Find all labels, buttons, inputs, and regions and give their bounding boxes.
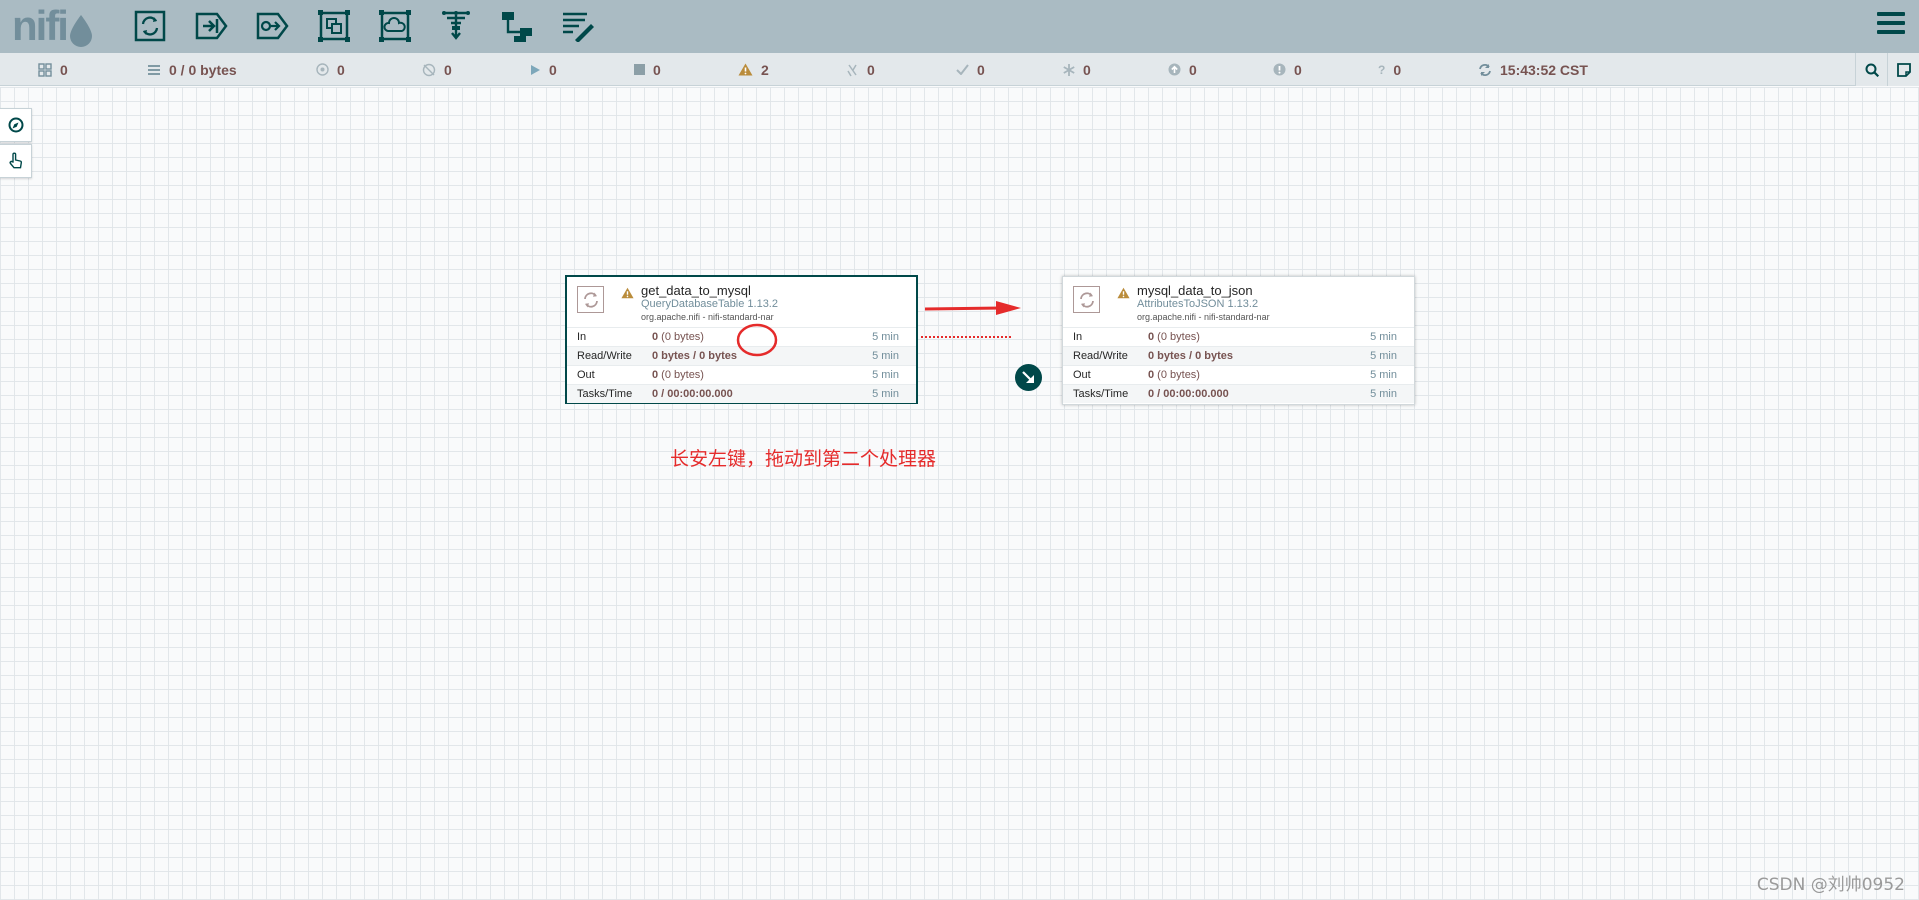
connection-handle[interactable] <box>1015 364 1042 391</box>
red-arrow-head <box>996 301 1021 315</box>
red-highlight-circle <box>736 323 778 357</box>
red-arrow <box>924 306 1003 311</box>
annotation-overlay <box>736 301 1021 357</box>
instruction-annotation: 长安左键，拖动到第二个处理器 <box>670 448 937 470</box>
csdn-watermark: CSDN @刘帅0952 <box>1756 875 1905 895</box>
connect-arrow-icon <box>1022 371 1034 383</box>
